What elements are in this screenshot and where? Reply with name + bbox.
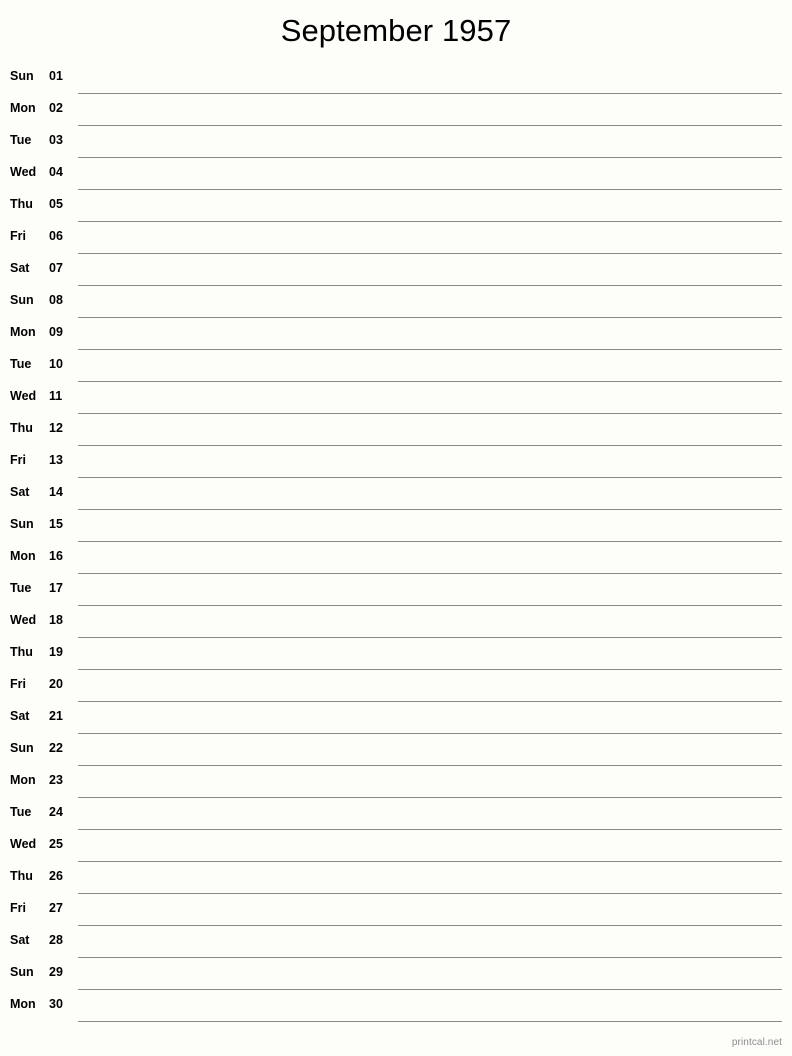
day-number-label: 17 [49, 581, 63, 595]
calendar-page: September 1957 Sun 01 Mon 02 Tue 03 Wed 04 Thu 05… [0, 0, 792, 1056]
day-number-label: 11 [49, 389, 63, 403]
day-number-label: 23 [49, 773, 63, 787]
day-weekday-label: Sun [10, 517, 34, 531]
day-row[interactable]: Fri 13 [0, 446, 792, 478]
day-weekday-label: Fri [10, 677, 26, 691]
day-row[interactable]: Fri 27 [0, 894, 792, 926]
day-row[interactable]: Mon 23 [0, 766, 792, 798]
day-number-label: 28 [49, 933, 63, 947]
day-row[interactable]: Thu 19 [0, 638, 792, 670]
day-number-label: 08 [49, 293, 63, 307]
day-weekday-label: Mon [10, 101, 36, 115]
day-row[interactable]: Sat 14 [0, 478, 792, 510]
day-weekday-label: Wed [10, 613, 37, 627]
day-number-label: 30 [49, 997, 63, 1011]
day-number-label: 13 [49, 453, 63, 467]
day-weekday-label: Thu [10, 197, 33, 211]
day-row[interactable]: Fri 20 [0, 670, 792, 702]
day-weekday-label: Tue [10, 581, 32, 595]
day-row[interactable]: Wed 04 [0, 158, 792, 190]
day-row[interactable]: Wed 18 [0, 606, 792, 638]
day-weekday-label: Thu [10, 869, 33, 883]
day-number-label: 18 [49, 613, 63, 627]
day-weekday-label: Wed [10, 389, 37, 403]
day-number-label: 21 [49, 709, 63, 723]
day-number-label: 29 [49, 965, 63, 979]
day-row[interactable]: Thu 12 [0, 414, 792, 446]
day-row[interactable]: Mon 09 [0, 318, 792, 350]
day-number-label: 02 [49, 101, 63, 115]
day-number-label: 10 [49, 357, 63, 371]
day-number-label: 26 [49, 869, 63, 883]
day-number-label: 06 [49, 229, 63, 243]
day-row[interactable]: Mon 30 [0, 990, 792, 1022]
day-weekday-label: Fri [10, 901, 26, 915]
day-row[interactable]: Fri 06 [0, 222, 792, 254]
day-weekday-label: Thu [10, 421, 33, 435]
day-note-writing-line[interactable] [78, 1021, 782, 1022]
day-number-label: 19 [49, 645, 63, 659]
day-number-label: 12 [49, 421, 63, 435]
day-weekday-label: Sun [10, 965, 34, 979]
footer-credit[interactable]: printcal.net [732, 1036, 782, 1049]
day-weekday-label: Fri [10, 453, 26, 467]
day-number-label: 25 [49, 837, 63, 851]
day-row[interactable]: Sun 22 [0, 734, 792, 766]
day-weekday-label: Wed [10, 165, 37, 179]
day-number-label: 15 [49, 517, 63, 531]
day-weekday-label: Tue [10, 805, 32, 819]
day-weekday-label: Mon [10, 997, 36, 1011]
day-row[interactable]: Mon 02 [0, 94, 792, 126]
day-number-label: 22 [49, 741, 63, 755]
day-weekday-label: Mon [10, 773, 36, 787]
day-number-label: 01 [49, 69, 63, 83]
day-weekday-label: Sat [10, 933, 30, 947]
day-weekday-label: Mon [10, 325, 36, 339]
day-number-label: 14 [49, 485, 63, 499]
day-number-label: 16 [49, 549, 63, 563]
day-weekday-label: Sun [10, 293, 34, 307]
day-weekday-label: Fri [10, 229, 26, 243]
day-number-label: 20 [49, 677, 63, 691]
day-weekday-label: Tue [10, 357, 32, 371]
day-weekday-label: Thu [10, 645, 33, 659]
day-row-list: Sun 01 Mon 02 Tue 03 Wed 04 Thu 05 Fri 06 Sat 07 Sun 08… [0, 62, 792, 1022]
day-number-label: 05 [49, 197, 63, 211]
day-weekday-label: Sat [10, 709, 30, 723]
day-weekday-label: Mon [10, 549, 36, 563]
day-weekday-label: Sat [10, 261, 30, 275]
day-row[interactable]: Tue 17 [0, 574, 792, 606]
day-row[interactable]: Sun 08 [0, 286, 792, 318]
day-row[interactable]: Tue 24 [0, 798, 792, 830]
day-row[interactable]: Sun 15 [0, 510, 792, 542]
day-weekday-label: Tue [10, 133, 32, 147]
page-title: September 1957 [280, 13, 512, 48]
day-number-label: 27 [49, 901, 63, 915]
day-weekday-label: Sat [10, 485, 30, 499]
day-row[interactable]: Thu 26 [0, 862, 792, 894]
day-number-label: 04 [49, 165, 63, 179]
day-row[interactable]: Sat 07 [0, 254, 792, 286]
day-weekday-label: Sun [10, 69, 34, 83]
day-number-label: 24 [49, 805, 63, 819]
day-weekday-label: Sun [10, 741, 34, 755]
day-row[interactable]: Sun 29 [0, 958, 792, 990]
day-row[interactable]: Mon 16 [0, 542, 792, 574]
day-row[interactable]: Wed 11 [0, 382, 792, 414]
day-row[interactable]: Tue 10 [0, 350, 792, 382]
day-weekday-label: Wed [10, 837, 37, 851]
day-number-label: 07 [49, 261, 63, 275]
day-number-label: 09 [49, 325, 63, 339]
day-row[interactable]: Sat 28 [0, 926, 792, 958]
day-row[interactable]: Wed 25 [0, 830, 792, 862]
day-row[interactable]: Thu 05 [0, 190, 792, 222]
day-number-label: 03 [49, 133, 63, 147]
day-row[interactable]: Sun 01 [0, 62, 792, 94]
day-row[interactable]: Tue 03 [0, 126, 792, 158]
day-row[interactable]: Sat 21 [0, 702, 792, 734]
